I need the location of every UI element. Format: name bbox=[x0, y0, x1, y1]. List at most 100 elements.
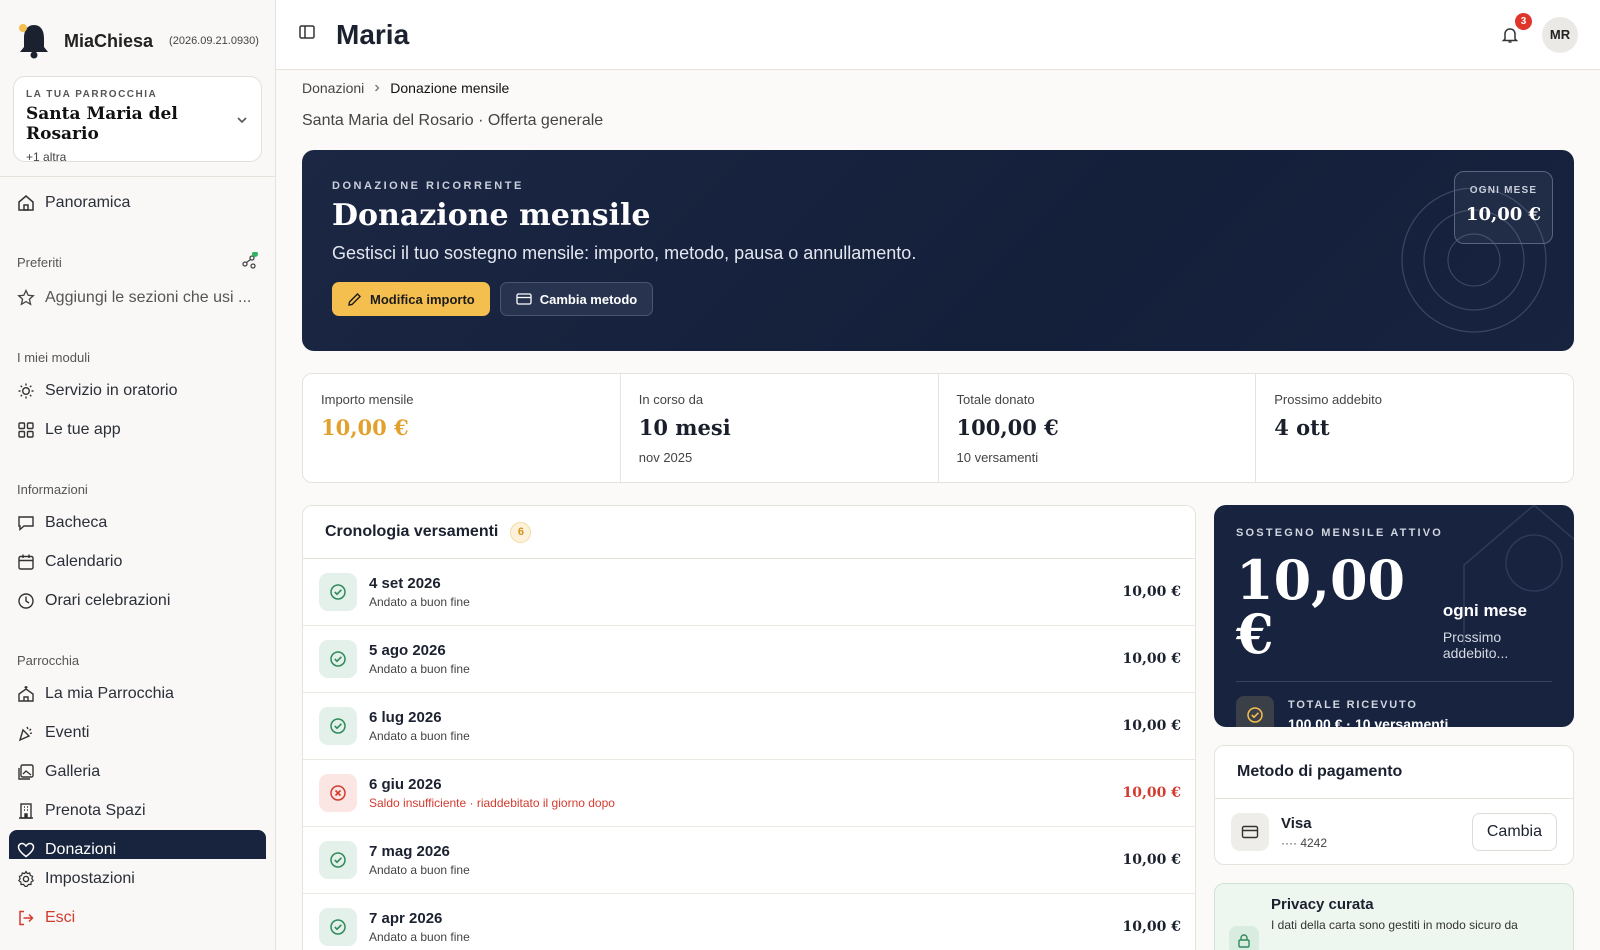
change-method-button[interactable]: Cambia metodo bbox=[499, 282, 654, 316]
table-row[interactable]: 4 set 2026 Andato a buon fine 10,00 € bbox=[303, 559, 1195, 626]
privacy-notice: Privacy curata I dati della carta sono g… bbox=[1214, 883, 1574, 950]
sidebar-item-esci[interactable]: Esci bbox=[9, 898, 266, 937]
table-row[interactable]: 5 ago 2026 Andato a buon fine 10,00 € bbox=[303, 626, 1195, 693]
right-column: SOSTEGNO MENSILE ATTIVO 10,00 € ogni mes… bbox=[1214, 505, 1574, 950]
stat-value: 100,00 € bbox=[956, 415, 1059, 440]
section-label: Informazioni bbox=[17, 481, 88, 497]
table-row[interactable]: 7 mag 2026 Andato a buon fine 10,00 € bbox=[303, 827, 1195, 894]
sidebar-item-label: Galleria bbox=[45, 762, 101, 780]
payment-status: Andato a buon fine bbox=[369, 729, 470, 743]
sidebar-item-impostazioni[interactable]: Impostazioni bbox=[9, 859, 266, 898]
support-total-row: TOTALE RICEVUTO 100,00 € · 10 versamenti bbox=[1236, 696, 1552, 727]
stat-label: Prossimo addebito bbox=[1274, 392, 1382, 407]
stat-label: Importo mensile bbox=[321, 392, 414, 407]
stat-prossimo-addebito: Prossimo addebito 4 ott bbox=[1256, 374, 1573, 482]
sidebar-item-label: Le tue app bbox=[45, 420, 121, 438]
sidebar-item-prenota-spazi[interactable]: Prenota Spazi bbox=[9, 791, 266, 830]
payment-history: Cronologia versamenti 6 4 set 2026 Andato… bbox=[302, 505, 1196, 950]
privacy-title: Privacy curata bbox=[1271, 896, 1374, 913]
bell-icon bbox=[1501, 27, 1519, 43]
sidebar-item-label: Bacheca bbox=[45, 513, 108, 531]
sidebar-nav: Panoramica Preferiti Aggiungi le sezioni… bbox=[0, 177, 275, 869]
check-circle-icon bbox=[319, 841, 357, 879]
change-card-button[interactable]: Cambia bbox=[1471, 813, 1557, 851]
hero-kicker: DONAZIONE RICORRENTE bbox=[332, 180, 524, 192]
sidebar-item-eventi[interactable]: Eventi bbox=[9, 713, 266, 752]
row-text: 4 set 2026 Andato a buon fine bbox=[369, 575, 470, 609]
payment-date: 6 giu 2026 bbox=[369, 776, 442, 793]
history-count-badge: 6 bbox=[510, 521, 532, 543]
sidebar-item-bacheca[interactable]: Bacheca bbox=[9, 503, 266, 542]
support-total-value: 100,00 € · 10 versamenti bbox=[1288, 715, 1449, 728]
support-divider bbox=[1236, 681, 1552, 682]
gear-icon bbox=[17, 869, 35, 887]
button-label: Cambia metodo bbox=[539, 291, 638, 307]
payment-status: Andato a buon fine bbox=[369, 662, 470, 676]
avatar[interactable]: MR bbox=[1542, 16, 1578, 53]
x-circle-icon bbox=[319, 774, 357, 812]
payment-date: 7 apr 2026 bbox=[369, 910, 443, 927]
badge-check-icon bbox=[1236, 696, 1274, 727]
sidebar-item-label: Orari celebrazioni bbox=[45, 591, 171, 609]
stat-sub: nov 2025 bbox=[638, 450, 693, 465]
sidebar-toggle-icon[interactable] bbox=[298, 23, 316, 46]
payment-amount: 10,00 € bbox=[1122, 919, 1181, 935]
payment-status: Andato a buon fine bbox=[369, 595, 470, 609]
sidebar-item-add-favorites[interactable]: Aggiungi le sezioni che usi ... bbox=[9, 278, 266, 317]
favorites-header: Preferiti bbox=[9, 250, 266, 273]
grid-icon bbox=[18, 421, 34, 438]
history-header: Cronologia versamenti 6 bbox=[303, 506, 1195, 559]
payment-amount: 10,00 € bbox=[1122, 651, 1181, 667]
calendar-icon bbox=[18, 554, 34, 570]
check-circle-icon bbox=[319, 707, 357, 745]
hero-actions: Modifica importo Cambia metodo bbox=[332, 282, 1544, 316]
privacy-text: I dati della carta sono gestiti in modo … bbox=[1271, 918, 1518, 932]
sidebar-item-label: Eventi bbox=[45, 723, 90, 741]
payment-date: 4 set 2026 bbox=[369, 575, 441, 592]
stat-value: 10 mesi bbox=[638, 415, 731, 440]
sidebar-item-galleria[interactable]: Galleria bbox=[9, 752, 266, 791]
table-row[interactable]: 6 giu 2026 Saldo insufficiente · riaddebi… bbox=[303, 760, 1195, 827]
sidebar-item-label: Calendario bbox=[45, 552, 123, 570]
breadcrumb-link-donazioni[interactable]: Donazioni bbox=[302, 80, 364, 96]
stat-in-corso-da: In corso da 10 mesi nov 2025 bbox=[621, 374, 939, 482]
sidebar-item-servizio-oratorio[interactable]: Servizio in oratorio bbox=[9, 371, 266, 410]
message-icon bbox=[18, 515, 34, 531]
table-row[interactable]: 6 lug 2026 Andato a buon fine 10,00 € bbox=[303, 693, 1195, 760]
parish-header: Parrocchia bbox=[9, 650, 266, 670]
sidebar-item-panoramica[interactable]: Panoramica bbox=[9, 183, 266, 222]
sidebar-item-orari-celebrazioni[interactable]: Orari celebrazioni bbox=[9, 581, 266, 620]
sidebar-item-le-tue-app[interactable]: Le tue app bbox=[9, 410, 266, 449]
sidebar-item-la-mia-parrocchia[interactable]: La mia Parrocchia bbox=[9, 674, 266, 713]
brand[interactable]: MiaChiesa (2026.09.21.0930) bbox=[0, 0, 275, 82]
payment-date: 5 ago 2026 bbox=[369, 642, 446, 659]
notifications-button[interactable]: 3 bbox=[1498, 12, 1532, 47]
party-icon bbox=[18, 726, 33, 741]
hero-description: Gestisci il tuo sostegno mensile: import… bbox=[332, 243, 917, 263]
sidebar-item-label: Impostazioni bbox=[45, 869, 135, 887]
hero-banner: DONAZIONE RICORRENTE Donazione mensile G… bbox=[302, 150, 1574, 351]
table-row[interactable]: 7 apr 2026 Andato a buon fine 10,00 € bbox=[303, 894, 1195, 950]
edit-amount-button[interactable]: Modifica importo bbox=[332, 282, 490, 316]
church-icon bbox=[18, 685, 34, 702]
stat-label: In corso da bbox=[638, 392, 704, 407]
payment-status: Andato a buon fine bbox=[369, 863, 470, 877]
stat-sub: 10 versamenti bbox=[956, 450, 1039, 465]
lock-icon bbox=[1229, 926, 1259, 950]
sidebar-item-calendario[interactable]: Calendario bbox=[9, 542, 266, 581]
check-circle-icon bbox=[319, 908, 357, 946]
support-total-label: TOTALE RICEVUTO bbox=[1288, 698, 1418, 711]
sidebar-item-label: Donazioni bbox=[45, 840, 117, 858]
stat-importo-mensile: Importo mensile 10,00 € bbox=[303, 374, 621, 482]
page-title: Maria bbox=[336, 18, 410, 50]
row-text: 6 giu 2026 Saldo insufficiente · riaddebi… bbox=[369, 776, 615, 810]
chevron-right-icon bbox=[372, 80, 382, 96]
customize-favorites-icon[interactable] bbox=[240, 250, 258, 273]
payment-method-body: Visa ···· 4242 Cambia bbox=[1215, 799, 1573, 864]
card-brand: Visa bbox=[1281, 814, 1312, 832]
building-icon bbox=[19, 802, 33, 819]
logout-icon bbox=[19, 910, 34, 925]
clock-icon bbox=[18, 592, 34, 609]
parish-selector[interactable]: LA TUA PARROCCHIA Santa Maria del Rosari… bbox=[13, 76, 262, 164]
row-text: 5 ago 2026 Andato a buon fine bbox=[369, 642, 470, 676]
